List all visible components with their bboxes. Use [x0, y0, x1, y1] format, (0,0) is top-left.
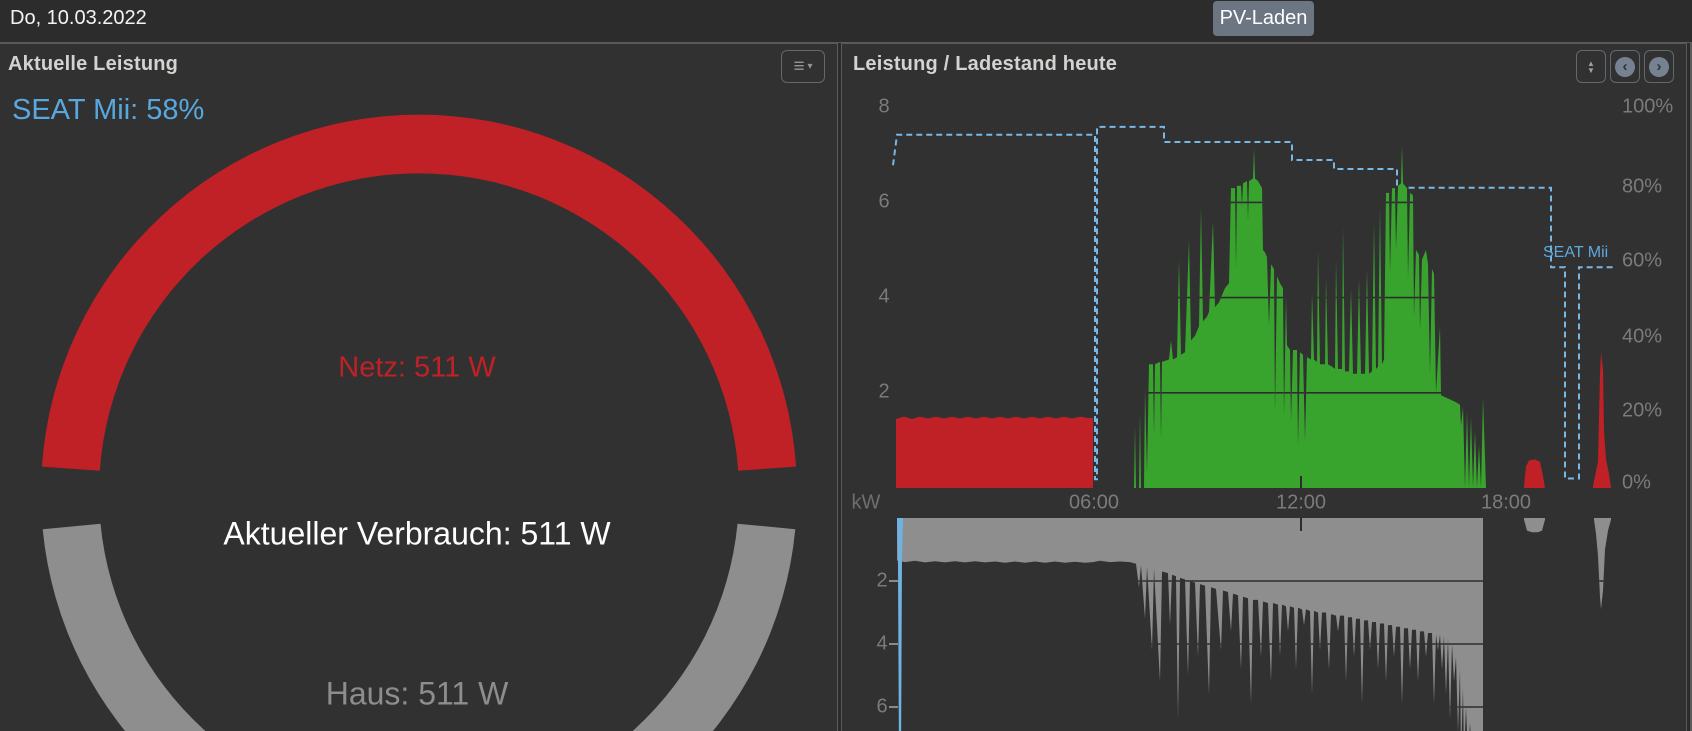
date-label: Do, 10.03.2022: [10, 7, 147, 29]
right-panel-header: Leistung / Ladestand heute ▲ ▼ ‹ ›: [842, 44, 1686, 88]
panel-menu-button[interactable]: ≡ ▾: [781, 50, 825, 83]
prev-day-button[interactable]: ‹: [1610, 50, 1640, 83]
move-panel-button[interactable]: ▲ ▼: [1576, 50, 1606, 83]
left-panel-header: Aktuelle Leistung ≡ ▾: [0, 44, 837, 88]
panel-aktuelle-leistung: Aktuelle Leistung ≡ ▾ SEAT Mii: 58% Netz…: [0, 43, 838, 731]
left-panel-title: Aktuelle Leistung: [8, 53, 179, 75]
hamburger-icon: ≡: [793, 56, 805, 77]
up-down-icon: ▲ ▼: [1587, 58, 1595, 75]
gauge-netz-label: Netz: 511 W: [338, 351, 496, 384]
vehicle-soc-heading: SEAT Mii: 58%: [12, 94, 205, 126]
gauge-haus-label: Haus: 511 W: [325, 675, 509, 712]
right-panel-title: Leistung / Ladestand heute: [853, 53, 1118, 75]
chevron-down-icon: ▾: [807, 61, 813, 72]
pv-laden-button[interactable]: PV-Laden: [1213, 1, 1314, 36]
chevron-right-icon: ›: [1649, 56, 1669, 77]
gauge-consumption-label: Aktueller Verbrauch: 511 W: [223, 515, 611, 552]
next-day-button[interactable]: ›: [1644, 50, 1674, 83]
panel-leistung-ladestand: Leistung / Ladestand heute ▲ ▼ ‹ ›: [841, 43, 1687, 731]
top-bar: Do, 10.03.2022 PV-Laden: [0, 0, 1692, 43]
chevron-left-icon: ‹: [1615, 56, 1635, 77]
